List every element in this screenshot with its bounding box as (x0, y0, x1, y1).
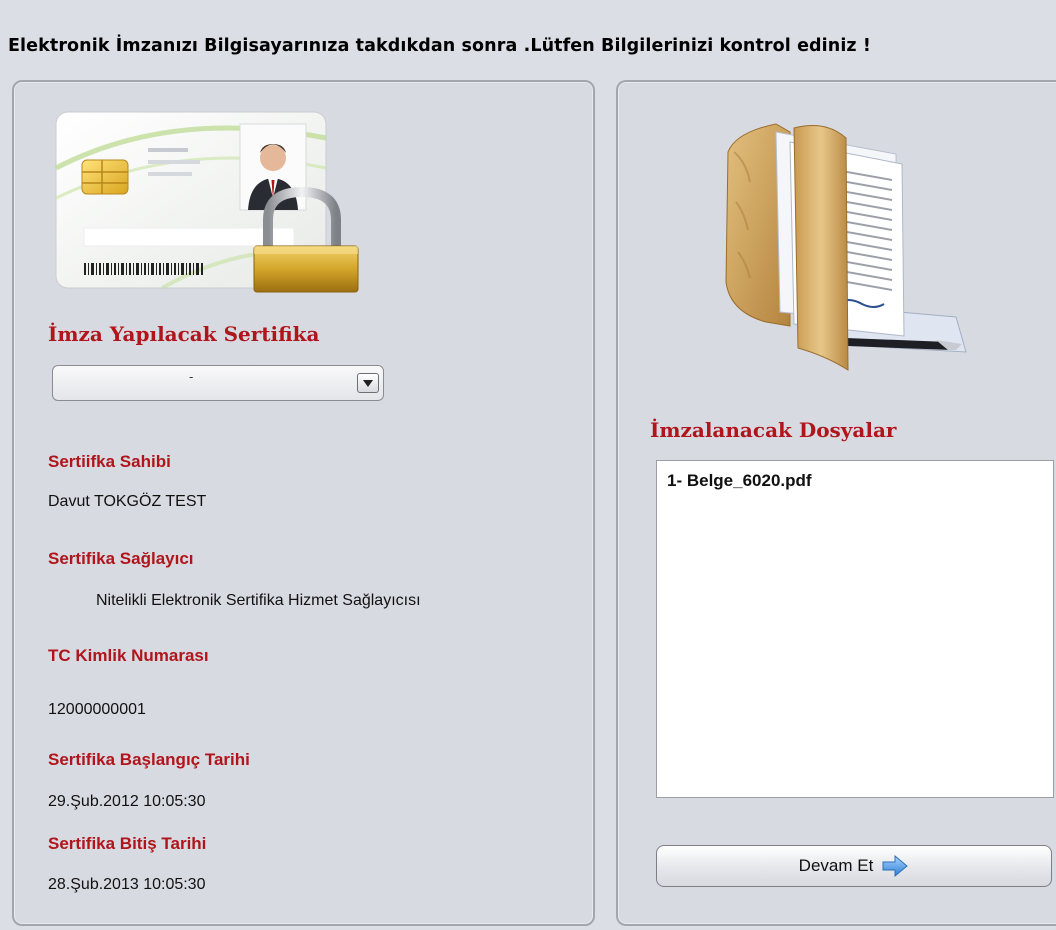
instruction-text: Elektronik İmzanızı Bilgisayarınıza takd… (8, 36, 871, 56)
field-label-end-date: Sertifika Bitiş Tarihi (48, 834, 207, 853)
field-value-owner: Davut TOKGÖZ TEST (48, 493, 207, 510)
list-item[interactable]: 1- Belge_6020.pdf (667, 471, 812, 491)
certificate-select[interactable]: - (52, 365, 384, 401)
field-value-end-date: 28.Şub.2013 10:05:30 (48, 876, 206, 893)
document-folder-icon (725, 123, 967, 371)
field-label-provider: Sertifika Sağlayıcı (48, 549, 194, 568)
field-value-tc-number: 12000000001 (48, 701, 146, 718)
chevron-down-icon[interactable] (357, 373, 379, 393)
field-value-provider: Nitelikli Elektronik Sertifika Hizmet Sa… (96, 592, 421, 609)
files-label: İmzalanacak Dosyalar (650, 418, 897, 442)
arrow-right-icon (882, 855, 909, 877)
field-label-owner: Sertiifka Sahibi (48, 452, 171, 471)
field-label-start-date: Sertifika Başlangıç Tarihi (48, 750, 250, 769)
certificate-select-value: - (189, 370, 194, 384)
id-card-lock-icon (54, 111, 359, 293)
field-label-tc-number: TC Kimlik Numarası (48, 646, 209, 665)
certificate-select-label: İmza Yapılacak Sertifika (48, 322, 320, 346)
continue-button-label: Devam Et (798, 856, 874, 875)
field-value-start-date: 29.Şub.2012 10:05:30 (48, 793, 206, 810)
files-list[interactable]: 1- Belge_6020.pdf (656, 460, 1054, 798)
continue-button[interactable]: Devam Et (656, 845, 1052, 887)
